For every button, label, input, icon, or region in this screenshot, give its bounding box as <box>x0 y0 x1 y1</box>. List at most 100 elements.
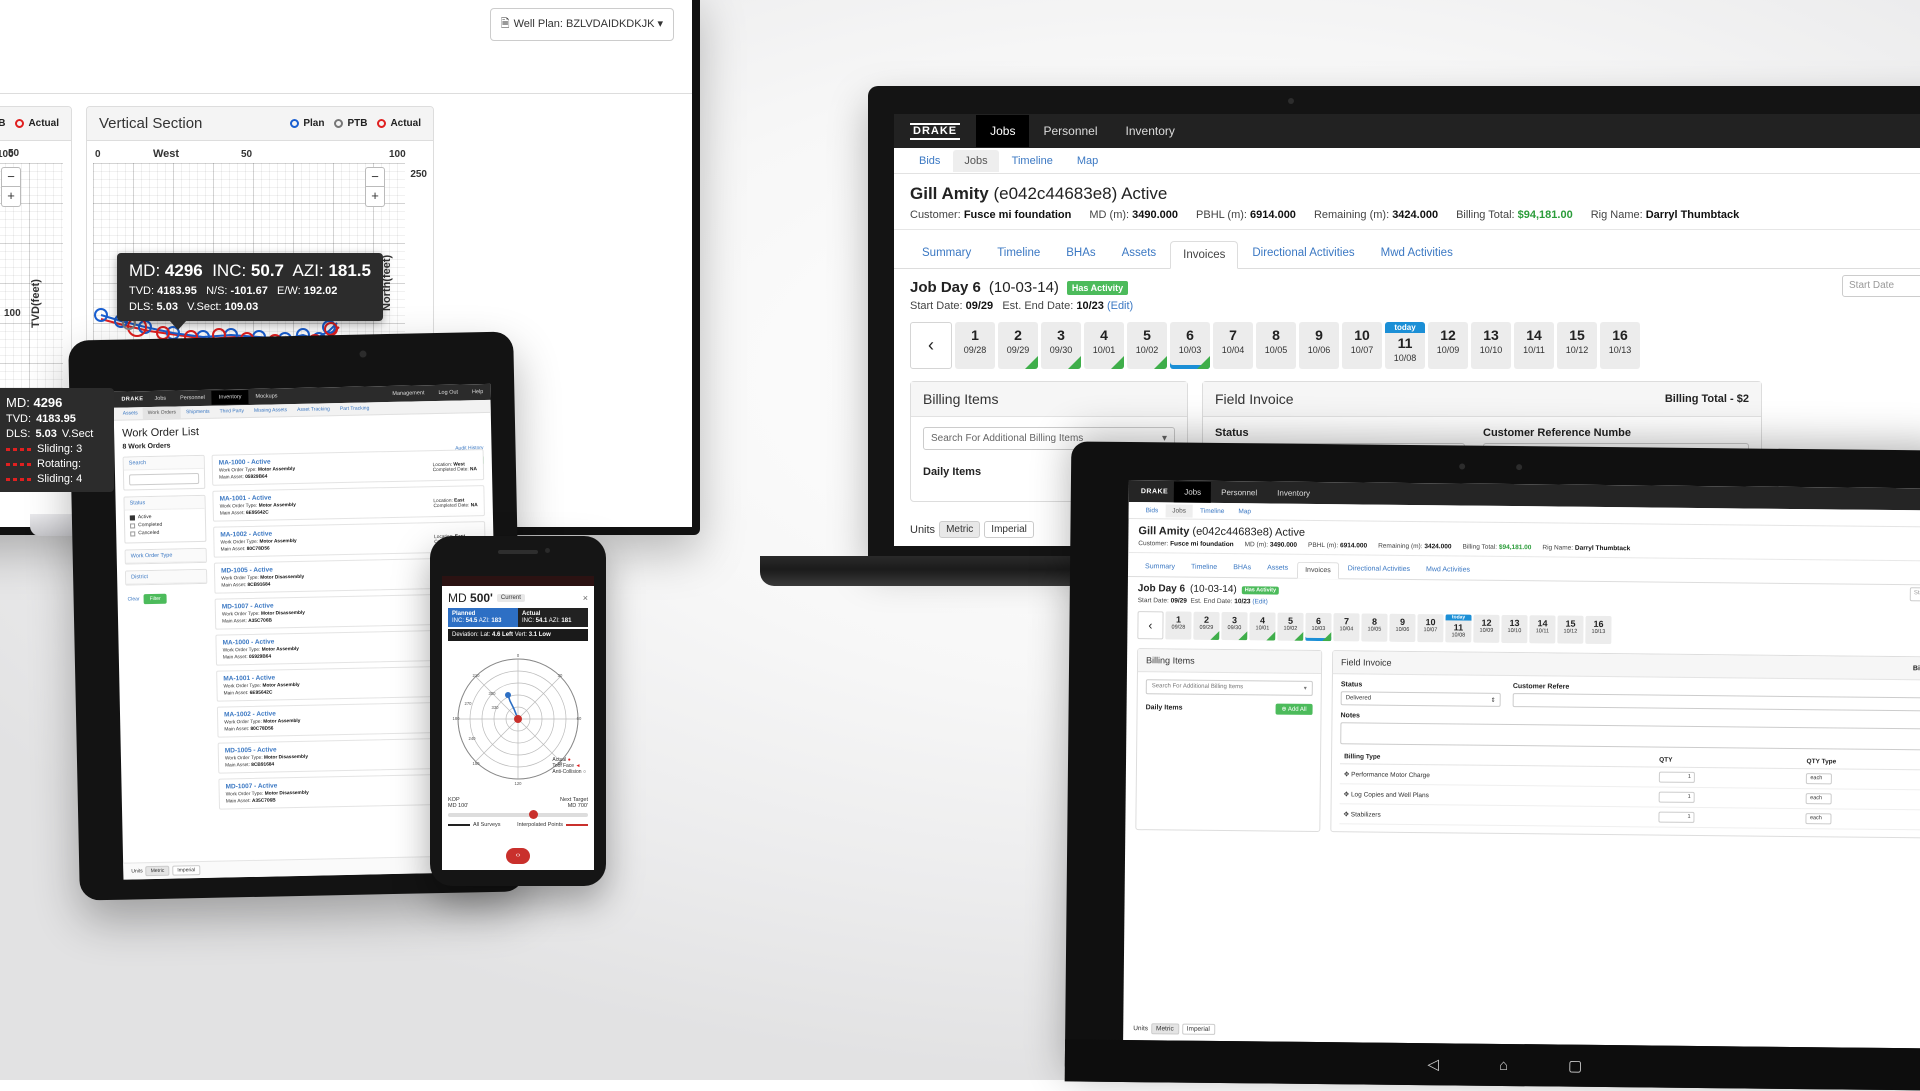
day-cell-4[interactable]: 4 10/01 <box>1084 322 1124 369</box>
day-cell-12[interactable]: 12 10/09 <box>1428 322 1468 369</box>
work-order-card[interactable]: MA-1001 - Active Work Order Type: Motor A… <box>212 485 485 522</box>
work-order-card[interactable]: MA-1000 - Active Work Order Type: Motor A… <box>211 449 485 486</box>
t2-job-tab-mwd-activities[interactable]: Mwd Activities <box>1419 562 1477 580</box>
checkbox-icon[interactable] <box>130 530 136 536</box>
legend-actual[interactable]: Actual <box>15 118 59 129</box>
t2-day-cell-9[interactable]: 9 10/06 <box>1389 613 1416 643</box>
t2-day-cell-5[interactable]: 5 10/02 <box>1277 612 1304 641</box>
units-imperial-button[interactable]: Imperial <box>172 865 201 876</box>
t-nav-management[interactable]: Management <box>385 386 431 401</box>
t2-qty-input[interactable]: 1 <box>1658 771 1696 783</box>
zoom-out-button[interactable]: − <box>365 167 385 187</box>
checkbox-icon[interactable] <box>129 514 135 520</box>
horizontal-zoom-controls[interactable]: − + <box>1 167 21 207</box>
t2-day-cell-2[interactable]: 2 09/29 <box>1193 611 1220 640</box>
t-subnav-missing-assets[interactable]: Missing Assets <box>249 404 292 417</box>
t-nav-help[interactable]: Help <box>465 385 491 400</box>
t2-subnav-timeline[interactable]: Timeline <box>1193 504 1231 517</box>
day-cell-6[interactable]: 6 10/03 <box>1170 322 1210 369</box>
t-nav-inventory[interactable]: Inventory <box>211 389 249 405</box>
t2-day-cell-1[interactable]: 1 09/28 <box>1165 611 1192 640</box>
t-nav-log-out[interactable]: Log Out <box>431 385 465 400</box>
t2-subnav-jobs[interactable]: Jobs <box>1165 503 1194 518</box>
subnav-timeline[interactable]: Timeline <box>1001 150 1064 172</box>
t2-customer-ref-input[interactable] <box>1512 693 1920 712</box>
drag-handle-icon[interactable]: ✥ <box>1344 771 1350 778</box>
job-tab-timeline[interactable]: Timeline <box>985 240 1052 268</box>
start-date-input[interactable]: Start Date <box>1842 275 1920 297</box>
t2-day-cell-8[interactable]: 8 10/05 <box>1361 613 1388 642</box>
t-subnav-assets[interactable]: Assets <box>118 407 143 420</box>
t2-day-cell-14[interactable]: 14 10/11 <box>1529 615 1556 644</box>
day-cell-13[interactable]: 13 10/10 <box>1471 322 1511 369</box>
day-cell-15[interactable]: 15 10/12 <box>1557 322 1597 369</box>
units-metric-button[interactable]: Metric <box>1150 1023 1179 1035</box>
t2-billing-search[interactable]: Search For Additional Billing Items ▾ <box>1145 679 1313 696</box>
day-cell-5[interactable]: 5 10/02 <box>1127 322 1167 369</box>
t2-day-cell-10[interactable]: 10 10/07 <box>1417 614 1444 643</box>
expand-fab-button[interactable]: ‹› <box>506 848 530 864</box>
t2-day-cell-13[interactable]: 13 10/10 <box>1501 614 1528 644</box>
well-plan-button[interactable]: 🗎 Well Plan: BZLVDAIDKDKJK ▾ <box>489 8 674 41</box>
day-cell-10[interactable]: 10 10/07 <box>1342 322 1382 369</box>
filter-button[interactable]: Filter <box>143 593 167 605</box>
t2-day-cell-16[interactable]: 16 10/13 <box>1585 615 1612 645</box>
t2-day-cell-7[interactable]: 7 10/04 <box>1333 613 1360 642</box>
vertical-zoom-controls[interactable]: − + <box>365 167 385 207</box>
job-tab-directional-activities[interactable]: Directional Activities <box>1240 240 1366 268</box>
t2-day-cell-6[interactable]: 6 10/03 <box>1305 612 1332 642</box>
drag-handle-icon[interactable]: ✥ <box>1344 791 1350 798</box>
t2-start-date-input[interactable]: Start <box>1909 587 1920 602</box>
t2-nav-inventory[interactable]: Inventory <box>1267 482 1320 504</box>
legend-ptb[interactable]: PTB <box>334 118 367 129</box>
job-tab-bhas[interactable]: BHAs <box>1054 240 1107 268</box>
nav-item-jobs[interactable]: Jobs <box>976 115 1030 147</box>
status-option-completed[interactable]: Completed <box>130 521 200 528</box>
t2-qty-input[interactable]: 1 <box>1658 811 1695 823</box>
drake-logo[interactable]: DRAKE <box>117 395 147 404</box>
back-icon[interactable]: ◁ <box>1427 1055 1439 1073</box>
t2-day-cell-3[interactable]: 3 09/30 <box>1221 611 1248 641</box>
t2-notes-textarea[interactable] <box>1340 722 1920 751</box>
t-subnav-shipments[interactable]: Shipments <box>181 406 215 419</box>
t2-job-tab-assets[interactable]: Assets <box>1260 560 1295 577</box>
legend-ptb[interactable]: PTB <box>0 118 5 129</box>
t2-day-cell-4[interactable]: 4 10/01 <box>1249 612 1276 641</box>
subnav-map[interactable]: Map <box>1066 150 1109 172</box>
polar-plot[interactable]: 0 30 60 90 120 150 180 210 330 300 270 240 Actua… <box>448 645 588 793</box>
drake-logo[interactable]: DRAKE <box>1135 486 1175 497</box>
t2-day-cell-11[interactable]: today 11 10/08 <box>1445 614 1472 643</box>
t2-subnav-bids[interactable]: Bids <box>1139 504 1166 517</box>
clear-button[interactable]: Clear <box>128 596 140 602</box>
day-cell-1[interactable]: 1 09/28 <box>955 322 995 369</box>
t-nav-jobs[interactable]: Jobs <box>147 392 173 407</box>
search-input[interactable] <box>128 473 200 486</box>
zoom-in-button[interactable]: + <box>365 187 385 207</box>
slider-knob[interactable] <box>529 810 539 819</box>
t-subnav-third-party[interactable]: Third Party <box>214 405 249 418</box>
zoom-in-button[interactable]: + <box>1 187 21 207</box>
t2-qty-input[interactable]: 1 <box>1658 791 1695 803</box>
job-tab-mwd-activities[interactable]: Mwd Activities <box>1369 240 1465 268</box>
t2-day-cell-12[interactable]: 12 10/09 <box>1473 614 1500 643</box>
status-option-active[interactable]: Active <box>129 513 200 520</box>
t2-job-tab-invoices[interactable]: Invoices <box>1297 561 1339 580</box>
t2-qty-type-input[interactable]: each <box>1806 793 1833 805</box>
legend-plan[interactable]: Plan <box>290 118 324 129</box>
t2-previous-button[interactable]: ‹ <box>1137 611 1164 640</box>
checkbox-icon[interactable] <box>130 522 136 528</box>
t2-job-tab-summary[interactable]: Summary <box>1138 559 1182 576</box>
t2-job-tab-bhas[interactable]: BHAs <box>1226 560 1258 577</box>
previous-days-button[interactable]: ‹ <box>910 322 952 369</box>
status-option-canceled[interactable]: Canceled <box>130 529 200 536</box>
close-icon[interactable]: × <box>583 593 588 603</box>
md-slider[interactable] <box>448 810 588 819</box>
units-metric-button[interactable]: Metric <box>145 865 170 877</box>
t2-subnav-map[interactable]: Map <box>1231 505 1258 518</box>
job-tab-invoices[interactable]: Invoices <box>1170 241 1239 269</box>
job-tab-assets[interactable]: Assets <box>1110 240 1169 268</box>
t-nav-mockups[interactable]: Mockups <box>248 389 284 404</box>
t2-status-select[interactable]: Delivered ⇕ <box>1340 691 1501 707</box>
day-cell-2[interactable]: 2 09/29 <box>998 322 1038 369</box>
units-imperial-button[interactable]: Imperial <box>984 521 1034 538</box>
